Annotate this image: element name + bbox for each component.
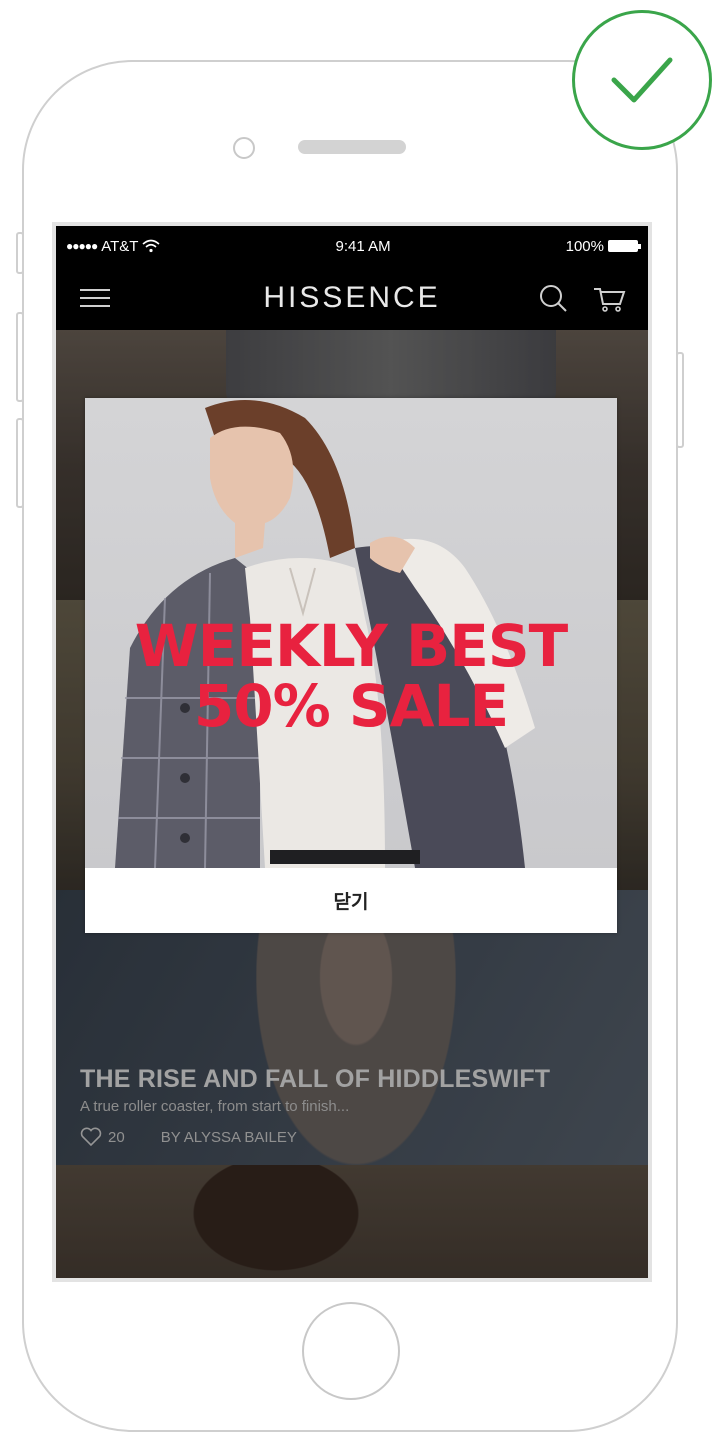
cart-icon[interactable] (592, 281, 626, 315)
front-camera (233, 137, 255, 159)
menu-icon[interactable] (78, 281, 112, 315)
status-time: 9:41 AM (335, 237, 391, 255)
close-button[interactable]: 닫기 (85, 868, 617, 933)
check-icon (611, 57, 673, 103)
power-button (676, 352, 684, 448)
promo-image: WEEKLY BEST 50% SALE (85, 398, 617, 868)
promo-headline-line1: WEEKLY BEST (134, 612, 568, 680)
phone-screen: ●●●●● AT&T 9:41 AM 100% HISSENCE THE RIS… (52, 222, 652, 1282)
wifi-icon (142, 239, 161, 253)
search-icon[interactable] (536, 281, 570, 315)
mute-switch (16, 232, 24, 274)
battery-icon (608, 240, 641, 252)
promo-headline-line2: 50% SALE (193, 672, 509, 740)
earpiece-speaker (298, 140, 406, 154)
volume-down-button (16, 418, 24, 508)
home-button[interactable] (302, 1302, 400, 1400)
status-bar: ●●●●● AT&T 9:41 AM 100% (56, 226, 648, 266)
navigation-bar: HISSENCE (56, 266, 648, 330)
carrier-name: AT&T (101, 237, 139, 255)
signal-strength: ●●●●● (66, 239, 98, 253)
check-badge (572, 10, 712, 150)
promo-popup: WEEKLY BEST 50% SALE 닫기 (85, 398, 617, 933)
volume-up-button (16, 312, 24, 402)
battery-percent: 100% (565, 237, 604, 255)
